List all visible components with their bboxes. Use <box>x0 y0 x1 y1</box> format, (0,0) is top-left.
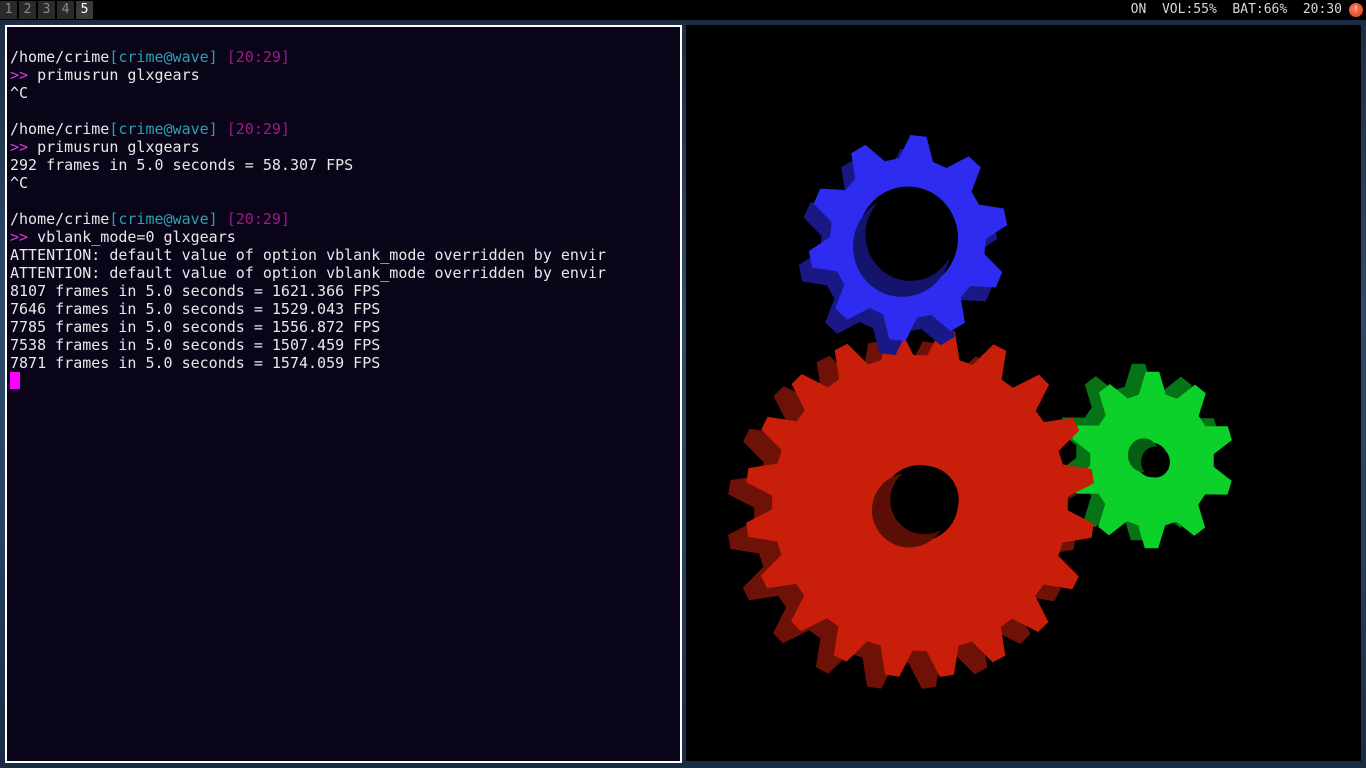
prompt-user-host: [crime@wave] <box>109 48 218 66</box>
input-line[interactable] <box>10 372 680 390</box>
prompt-symbol: >> <box>10 138 29 156</box>
alert-icon[interactable]: ! <box>1349 3 1363 17</box>
green-gear-hole-back <box>1141 446 1170 478</box>
terminal-cursor <box>10 372 20 389</box>
prompt-header: /home/crime[crime@wave] [20:29] <box>10 210 680 228</box>
prompt-path: /home/crime <box>10 48 110 66</box>
blue-gear-hole-back <box>865 188 956 281</box>
terminal-output: /home/crime[crime@wave] [20:29] >> primus… <box>10 48 680 390</box>
prompt-user-host: [crime@wave] <box>109 210 218 228</box>
workspace-2[interactable]: 2 <box>19 1 36 19</box>
output-line: ^C <box>10 84 29 102</box>
prompt-path: /home/crime <box>10 120 110 138</box>
status-text: ON VOL:55% BAT:66% 20:30 <box>1130 2 1342 17</box>
red-gear <box>728 329 1094 689</box>
command-text: primusrun glxgears <box>28 66 200 84</box>
command-text: vblank_mode=0 glxgears <box>28 228 236 246</box>
prompt-time: [20:29] <box>226 120 290 138</box>
prompt-time: [20:29] <box>226 48 290 66</box>
workspace-1[interactable]: 1 <box>0 1 17 19</box>
prompt-symbol: >> <box>10 66 29 84</box>
prompt-header: /home/crime[crime@wave] [20:29] <box>10 120 680 138</box>
output-line: ^C <box>10 174 29 192</box>
workspace-4[interactable]: 4 <box>57 1 74 19</box>
blue-gear <box>798 135 1008 355</box>
top-bar: 12345 ON VOL:55% BAT:66% 20:30 ! <box>0 0 1366 20</box>
output-line: 8107 frames in 5.0 seconds = 1621.366 FP… <box>10 282 381 300</box>
prompt-symbol: >> <box>10 228 29 246</box>
output-line: 7538 frames in 5.0 seconds = 1507.459 FP… <box>10 336 381 354</box>
command-line: >> vblank_mode=0 glxgears <box>10 228 680 246</box>
prompt-user-host: [crime@wave] <box>109 120 218 138</box>
output-line: ATTENTION: default value of option vblan… <box>10 246 607 264</box>
prompt-time: [20:29] <box>226 210 290 228</box>
glxgears-window[interactable] <box>686 25 1361 761</box>
output-line: ATTENTION: default value of option vblan… <box>10 264 607 282</box>
gears-canvas <box>728 135 1232 689</box>
output-line: 7785 frames in 5.0 seconds = 1556.872 FP… <box>10 318 381 336</box>
prompt-path: /home/crime <box>10 210 110 228</box>
output-line: 292 frames in 5.0 seconds = 58.307 FPS <box>10 156 354 174</box>
workspace-5[interactable]: 5 <box>76 1 93 19</box>
workspace-3[interactable]: 3 <box>38 1 55 19</box>
output-line: 7646 frames in 5.0 seconds = 1529.043 FP… <box>10 300 381 318</box>
terminal-window[interactable]: /home/crime[crime@wave] [20:29] >> primus… <box>5 25 682 763</box>
prompt-header: /home/crime[crime@wave] [20:29] <box>10 48 680 66</box>
command-text: primusrun glxgears <box>28 138 200 156</box>
output-line: 7871 frames in 5.0 seconds = 1574.059 FP… <box>10 354 381 372</box>
command-line: >> primusrun glxgears <box>10 66 680 84</box>
command-line: >> primusrun glxgears <box>10 138 680 156</box>
